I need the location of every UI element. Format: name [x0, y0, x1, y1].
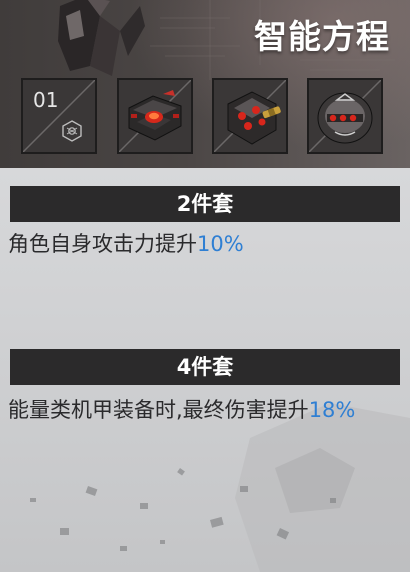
bonus-value: 18% [308, 398, 356, 422]
slot-number: 01 [33, 88, 59, 112]
set-bonus-panel: 2件套 角色自身攻击力提升10% 4件套 能量类机甲装备时,最终伤害提升18% [0, 168, 410, 572]
bonus-text: 角色自身攻击力提升 [8, 232, 197, 256]
equipment-slot-2[interactable] [117, 78, 193, 154]
set-bonus-2-label: 2件套 [10, 186, 400, 222]
set-bonus-2-description: 角色自身攻击力提升10% [8, 226, 404, 263]
equipment-slot-3[interactable] [212, 78, 288, 154]
hex-emblem-icon [62, 120, 82, 142]
set-bonus-4-label: 4件套 [10, 349, 400, 385]
equipment-slot-1[interactable]: 01 [21, 78, 97, 154]
mech-module-round-icon [317, 92, 373, 144]
mech-silhouette-icon [58, 0, 145, 76]
bonus-text: 能量类机甲装备时,最终伤害提升 [8, 398, 309, 422]
set-bonus-4-description: 能量类机甲装备时,最终伤害提升18% [8, 392, 404, 429]
mech-module-red-core-icon [128, 90, 182, 141]
set-header: 智能方程 01 [0, 0, 410, 168]
equipment-slot-4[interactable] [307, 78, 383, 154]
mech-module-gold-barrel-icon [227, 91, 281, 145]
bonus-value: 10% [197, 232, 244, 256]
set-title: 智能方程 [254, 17, 390, 56]
